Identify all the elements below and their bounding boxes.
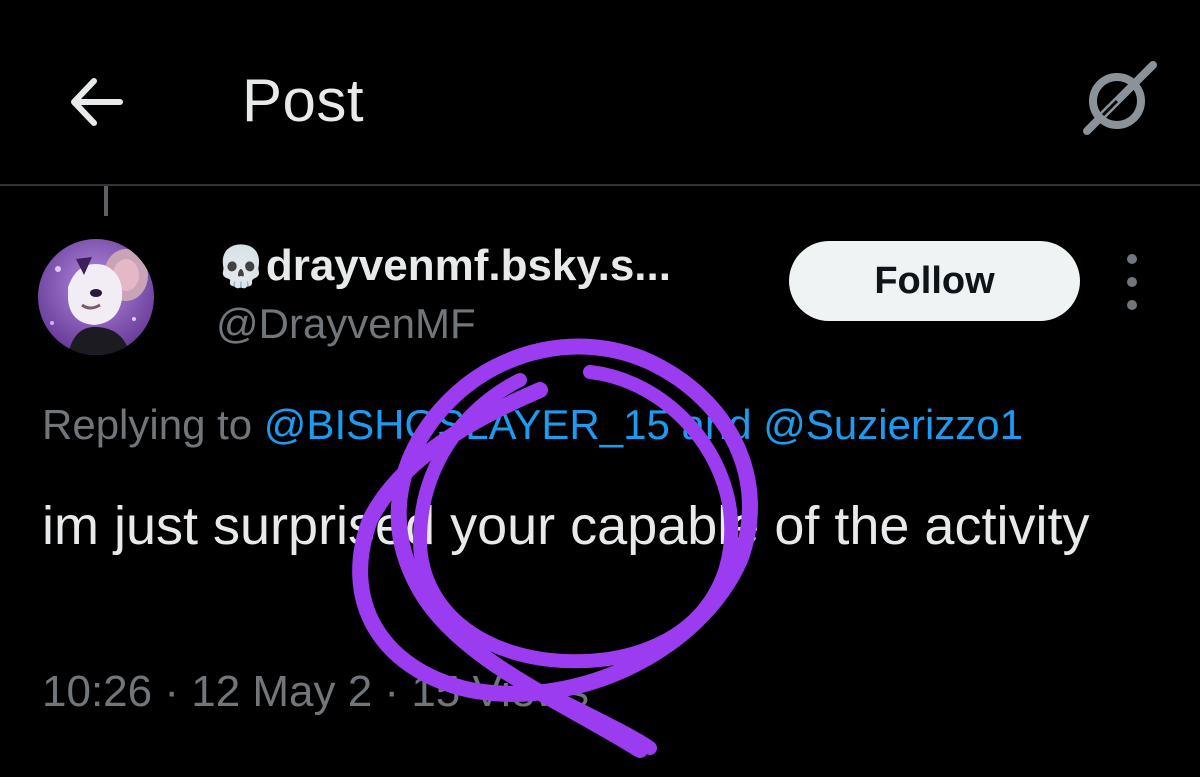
grok-button[interactable] [1074,54,1164,144]
author-display-name[interactable]: 💀drayvenmf.bsky.s... [216,238,671,295]
mention-link[interactable]: @Suzierizzo1 [763,401,1023,448]
replying-joiner: and [669,401,764,448]
meta-separator: · [152,667,192,716]
top-bar: Post [0,0,1200,186]
mention-link[interactable]: @BISHOSLAYER_15 [264,401,670,448]
arrow-left-icon [71,78,123,126]
page-title: Post [242,67,365,134]
post-date[interactable]: 12 May 2 [191,667,372,716]
post-meta: 10:26 · 12 May 2 · 15 Views [42,664,589,720]
post-text: im just surprised your capable of the ac… [42,496,1090,556]
more-vertical-icon [1127,254,1137,264]
post-screen: Post 💀drayvenmf.bsky.s... @DrayvenMF Fol… [0,0,1200,777]
more-vertical-icon-dot [1127,300,1137,310]
avatar-image [38,239,154,355]
more-vertical-icon-dot [1127,277,1137,287]
avatar[interactable] [38,239,154,355]
back-button[interactable] [56,62,136,142]
more-options-button[interactable] [1112,254,1152,310]
skull-icon: 💀 [216,245,266,289]
thread-connector [104,186,108,216]
follow-button[interactable]: Follow [789,241,1080,321]
display-name-text: drayvenmf.bsky.s... [265,241,671,290]
meta-separator: · [372,667,412,716]
post-time[interactable]: 10:26 [42,667,152,716]
replying-to: Replying to @BISHOSLAYER_15 and @Suzieri… [42,398,1023,452]
view-count[interactable]: 15 Views [411,667,589,716]
replying-prefix: Replying to [42,401,264,448]
grok-icon [1083,61,1157,135]
author-handle[interactable]: @DrayvenMF [216,298,476,350]
